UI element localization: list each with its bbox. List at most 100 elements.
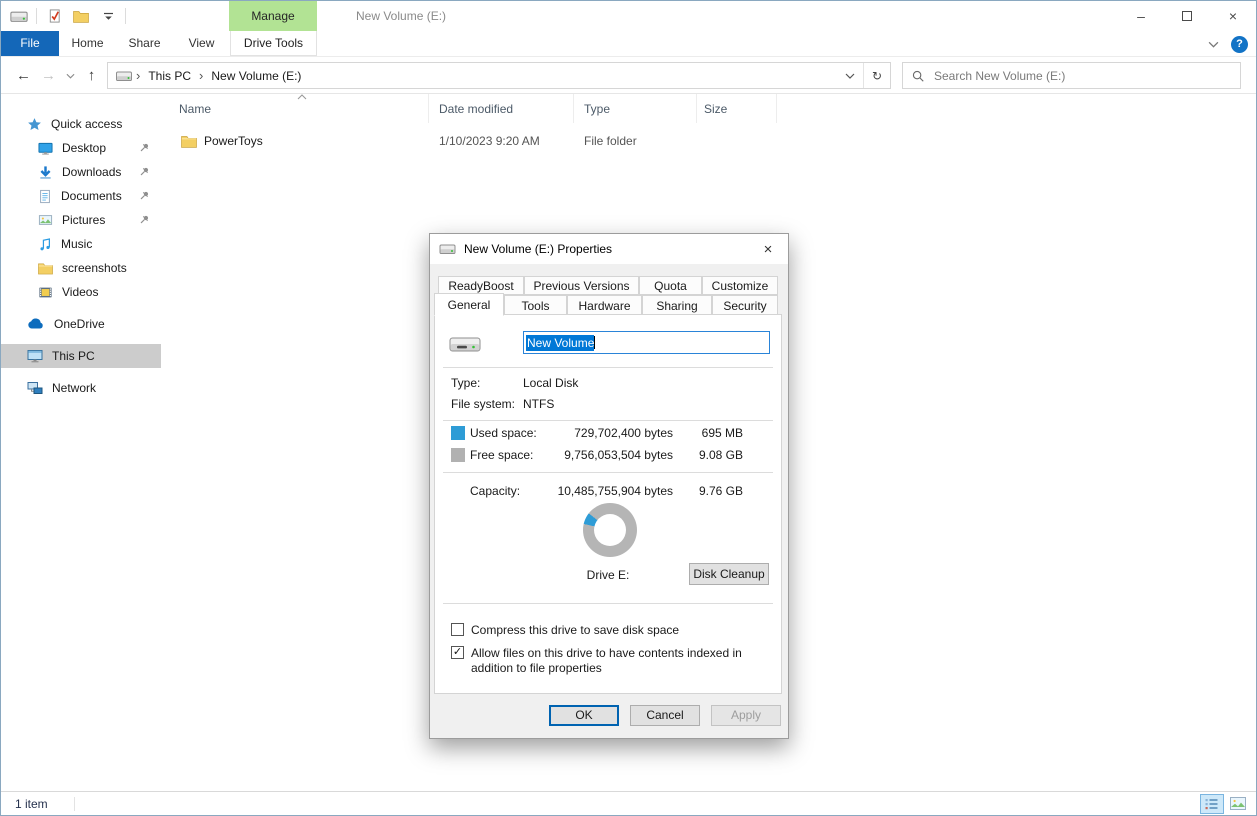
refresh-button[interactable]: ↻ bbox=[864, 63, 890, 88]
column-header-name[interactable]: Name bbox=[161, 94, 429, 123]
volume-name-input[interactable]: New Volume bbox=[523, 331, 770, 354]
forward-button: → bbox=[36, 67, 61, 84]
dialog-title-bar: New Volume (E:) Properties × bbox=[430, 234, 788, 264]
tab-drive-tools[interactable]: Drive Tools bbox=[230, 31, 317, 56]
sidebar-item-network[interactable]: Network bbox=[1, 376, 161, 400]
pin-icon bbox=[139, 166, 150, 177]
disk-cleanup-button[interactable]: Disk Cleanup bbox=[689, 563, 769, 585]
sidebar-item-label: Pictures bbox=[62, 213, 105, 227]
toolbar-separator bbox=[125, 8, 126, 24]
sidebar-item-pictures[interactable]: Pictures bbox=[1, 208, 161, 232]
pin-icon bbox=[139, 190, 150, 201]
checkbox-unchecked[interactable] bbox=[451, 623, 464, 636]
ribbon-expand-chevron-icon[interactable] bbox=[1208, 41, 1219, 48]
sidebar-item-videos[interactable]: Videos bbox=[1, 280, 161, 304]
toolbar-separator bbox=[36, 8, 37, 24]
drive-icon-large bbox=[449, 333, 481, 355]
type-label: Type: bbox=[451, 376, 480, 390]
cancel-button[interactable]: Cancel bbox=[630, 705, 700, 726]
index-checkbox-row[interactable]: ✓ Allow files on this drive to have cont… bbox=[451, 646, 773, 676]
breadcrumb-new-volume[interactable]: New Volume (E:) bbox=[207, 69, 305, 83]
tab-general[interactable]: General bbox=[434, 293, 504, 316]
tab-tools[interactable]: Tools bbox=[504, 295, 567, 316]
file-row-powertoys[interactable]: PowerToys 1/10/2023 9:20 AM File folder bbox=[161, 130, 1256, 152]
sidebar-item-documents[interactable]: Documents bbox=[1, 184, 161, 208]
sidebar-item-desktop[interactable]: Desktop bbox=[1, 136, 161, 160]
tab-hardware[interactable]: Hardware bbox=[567, 295, 642, 316]
dialog-title: New Volume (E:) Properties bbox=[464, 242, 740, 256]
capacity-label: Capacity: bbox=[470, 484, 520, 498]
search-input[interactable] bbox=[932, 68, 1232, 84]
column-headers: Name Date modified Type Size bbox=[161, 94, 1256, 123]
capacity-size: 9.76 GB bbox=[681, 484, 743, 498]
sidebar-item-this-pc[interactable]: This PC bbox=[1, 344, 161, 368]
ok-button[interactable]: OK bbox=[549, 705, 619, 726]
properties-icon[interactable] bbox=[44, 5, 64, 27]
thumbnail-view-button[interactable] bbox=[1226, 794, 1250, 814]
text-cursor bbox=[594, 336, 595, 349]
sort-ascending-icon bbox=[297, 94, 307, 100]
tab-security[interactable]: Security bbox=[712, 295, 778, 316]
checkbox-checked[interactable]: ✓ bbox=[451, 646, 464, 659]
close-button[interactable]: × bbox=[1210, 1, 1256, 31]
documents-icon bbox=[38, 189, 52, 204]
column-header-type[interactable]: Type bbox=[574, 94, 697, 123]
tab-file[interactable]: File bbox=[1, 31, 59, 56]
network-icon bbox=[27, 381, 43, 395]
sidebar-item-onedrive[interactable]: OneDrive bbox=[1, 312, 161, 336]
capacity-row: Capacity: 10,485,755,904 bytes 9.76 GB bbox=[435, 484, 781, 500]
navigation-bar: ← → ↑ › This PC › New Volume (E:) ↻ bbox=[1, 57, 1256, 94]
title-bar: Manage New Volume (E:) – × bbox=[1, 1, 1256, 31]
tab-home[interactable]: Home bbox=[59, 31, 116, 56]
up-button[interactable]: ↑ bbox=[79, 67, 104, 84]
drive-icon[interactable] bbox=[9, 5, 29, 27]
sidebar-item-label: Videos bbox=[62, 285, 98, 299]
manage-contextual-tab[interactable]: Manage bbox=[229, 1, 317, 31]
minimize-button[interactable]: – bbox=[1118, 1, 1164, 31]
view-toggles bbox=[1200, 794, 1250, 814]
window-controls: – × bbox=[1118, 1, 1256, 31]
pictures-icon bbox=[38, 213, 53, 227]
compress-checkbox-label: Compress this drive to save disk space bbox=[471, 623, 679, 638]
sidebar-item-screenshots[interactable]: screenshots bbox=[1, 256, 161, 280]
column-header-date-modified[interactable]: Date modified bbox=[429, 94, 574, 123]
explorer-window: Manage New Volume (E:) – × File Home Sha… bbox=[0, 0, 1257, 816]
ribbon-right-controls: ? bbox=[1208, 31, 1248, 57]
file-system-value: NTFS bbox=[523, 397, 554, 411]
help-icon[interactable]: ? bbox=[1231, 36, 1248, 53]
search-box[interactable] bbox=[902, 62, 1241, 89]
general-tab-panel: New Volume Type: Local Disk File system:… bbox=[434, 314, 782, 694]
item-count: 1 item bbox=[15, 797, 48, 811]
customize-toolbar-icon[interactable] bbox=[98, 5, 118, 27]
sidebar-item-quick-access[interactable]: Quick access bbox=[1, 112, 161, 136]
sidebar-item-downloads[interactable]: Downloads bbox=[1, 160, 161, 184]
details-view-button[interactable] bbox=[1200, 794, 1224, 814]
new-folder-icon[interactable] bbox=[71, 5, 91, 27]
ribbon-tab-row: File Home Share View Drive Tools ? bbox=[1, 31, 1256, 57]
address-bar[interactable]: › This PC › New Volume (E:) ↻ bbox=[107, 62, 891, 89]
free-space-swatch bbox=[451, 448, 465, 462]
apply-button: Apply bbox=[711, 705, 781, 726]
compress-checkbox-row[interactable]: Compress this drive to save disk space bbox=[451, 623, 679, 638]
recent-locations-chevron-icon[interactable] bbox=[61, 73, 79, 79]
file-system-label: File system: bbox=[451, 397, 515, 411]
dialog-close-button[interactable]: × bbox=[748, 234, 788, 264]
index-checkbox-label: Allow files on this drive to have conten… bbox=[471, 646, 773, 676]
breadcrumb-this-pc[interactable]: This PC bbox=[144, 69, 195, 83]
back-button[interactable]: ← bbox=[11, 67, 36, 84]
address-dropdown-chevron-icon[interactable] bbox=[837, 63, 863, 88]
tab-share[interactable]: Share bbox=[116, 31, 173, 56]
free-space-row: Free space: 9,756,053,504 bytes 9.08 GB bbox=[435, 448, 781, 464]
sidebar-item-music[interactable]: Music bbox=[1, 232, 161, 256]
sidebar-item-label: Quick access bbox=[51, 117, 122, 131]
tab-sharing[interactable]: Sharing bbox=[642, 295, 712, 316]
maximize-button[interactable] bbox=[1164, 1, 1210, 31]
used-space-bytes: 729,702,400 bytes bbox=[525, 426, 673, 440]
sidebar: Quick access Desktop Downloads Documents… bbox=[1, 94, 161, 791]
address-drive-icon[interactable] bbox=[116, 70, 132, 82]
status-bar: 1 item bbox=[1, 791, 1256, 815]
nav-buttons: ← → ↑ bbox=[11, 57, 104, 94]
free-space-size: 9.08 GB bbox=[681, 448, 743, 462]
tab-view[interactable]: View bbox=[173, 31, 230, 56]
column-header-size[interactable]: Size bbox=[697, 94, 777, 123]
